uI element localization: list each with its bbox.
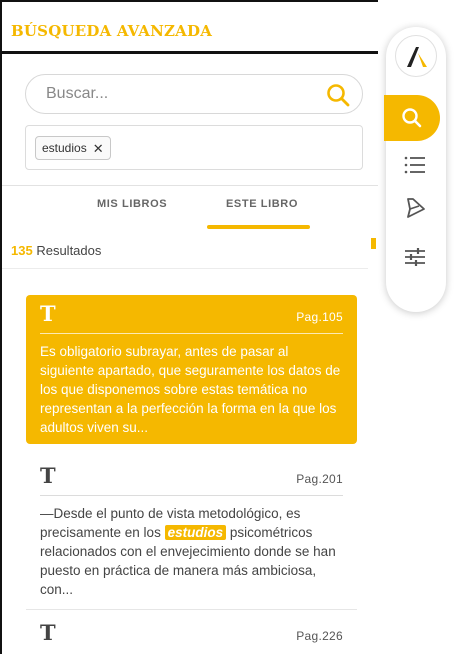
tag-chip: estudios ✕ bbox=[35, 136, 111, 160]
side-toolbar bbox=[384, 27, 446, 312]
toolbar-index-button[interactable] bbox=[402, 152, 428, 178]
result-excerpt: —Desde el punto de vista metodológico, e… bbox=[40, 504, 343, 599]
search-icon bbox=[402, 108, 422, 128]
toolbar-highlighter-button[interactable] bbox=[402, 195, 428, 221]
list-icon bbox=[404, 156, 425, 174]
scrollbar-thumb[interactable] bbox=[371, 238, 376, 249]
highlighter-icon bbox=[407, 198, 425, 218]
search-icon bbox=[327, 84, 350, 107]
divider bbox=[2, 185, 378, 186]
advanced-search-panel: BÚSQUEDA AVANZADA estudios ✕ MIS LIBROS … bbox=[0, 0, 378, 654]
result-card[interactable]: T Pag.105 Es obligatorio subrayar, antes… bbox=[26, 295, 357, 444]
card-separator bbox=[40, 495, 343, 496]
toolbar-search-button[interactable] bbox=[384, 95, 440, 141]
results-number: 135 bbox=[11, 243, 33, 258]
tab-mis-libros[interactable]: MIS LIBROS bbox=[97, 198, 167, 210]
logo-icon bbox=[407, 47, 427, 67]
panel-title: BÚSQUEDA AVANZADA bbox=[11, 22, 213, 40]
text-result-icon: T bbox=[40, 463, 56, 488]
card-separator bbox=[40, 333, 343, 334]
toolbar-settings-button[interactable] bbox=[402, 244, 428, 270]
page-number: Pag.226 bbox=[296, 629, 343, 643]
result-card[interactable]: T Pag.201 —Desde el punto de vista metod… bbox=[26, 457, 357, 609]
text-result-icon: T bbox=[40, 301, 56, 326]
page-number: Pag.105 bbox=[296, 310, 343, 324]
results-label: Resultados bbox=[36, 243, 102, 258]
search-tags-box[interactable]: estudios ✕ bbox=[25, 125, 363, 170]
search-button[interactable] bbox=[324, 81, 352, 109]
result-excerpt: Es obligatorio subrayar, antes de pasar … bbox=[40, 344, 341, 435]
app-logo[interactable] bbox=[395, 35, 437, 77]
results-count: 135 Resultados bbox=[11, 243, 101, 258]
sliders-icon bbox=[405, 248, 425, 266]
result-card[interactable]: T Pag.226 bbox=[26, 614, 357, 654]
search-input[interactable] bbox=[46, 75, 316, 113]
search-term-highlight: estudios bbox=[164, 525, 227, 540]
text-result-icon: T bbox=[40, 620, 56, 645]
search-box bbox=[25, 74, 363, 114]
page-number: Pag.201 bbox=[296, 472, 343, 486]
active-tab-indicator bbox=[207, 225, 310, 229]
tab-este-libro[interactable]: ESTE LIBRO bbox=[226, 198, 298, 210]
panel-header: BÚSQUEDA AVANZADA bbox=[2, 2, 378, 54]
tag-label: estudios bbox=[42, 141, 87, 155]
divider bbox=[26, 609, 357, 610]
divider bbox=[2, 268, 368, 269]
tag-remove-icon[interactable]: ✕ bbox=[93, 142, 104, 155]
